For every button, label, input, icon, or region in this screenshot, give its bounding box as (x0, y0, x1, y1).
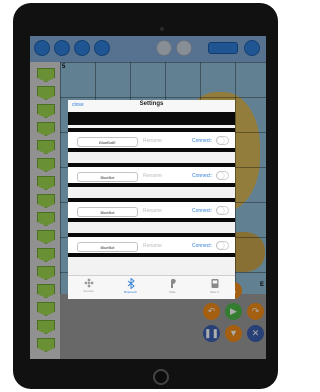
settings-tab-bar: Sounds Bluetooth Mats Mats 2 (68, 275, 235, 299)
tab-mats[interactable]: Mats (152, 276, 193, 299)
connect-label: Connect: (192, 243, 213, 249)
toggle-knob (217, 207, 224, 214)
device-name-field[interactable]: BlueBot (77, 172, 138, 182)
rename-button[interactable]: Rename (143, 173, 162, 179)
app-screen: 5 E ▲ ↶ ▶ ↷ ❚❚ ▼ ✕ close Settings BlueBo… (30, 36, 266, 359)
tab-label: Mats 2 (209, 290, 219, 294)
sounds-icon (84, 278, 93, 288)
mats2-icon (211, 279, 218, 288)
settings-modal: close Settings BlueBotE Rename Connect: … (68, 100, 235, 299)
connect-toggle[interactable] (216, 241, 229, 250)
tab-mats-2[interactable]: Mats 2 (194, 276, 235, 299)
connect-toggle[interactable] (216, 136, 229, 145)
modal-separator (68, 112, 235, 125)
device-row: BlueBotE Rename Connect: (68, 128, 235, 152)
connect-label: Connect: (192, 208, 213, 214)
device-name-field[interactable]: BlueBot (77, 207, 138, 217)
toggle-knob (217, 172, 224, 179)
connect-toggle[interactable] (216, 171, 229, 180)
rename-button[interactable]: Rename (143, 243, 162, 249)
mats-icon (170, 278, 176, 288)
connect-label: Connect: (192, 138, 213, 144)
tab-sounds[interactable]: Sounds (68, 276, 109, 299)
front-camera (160, 27, 164, 31)
home-button[interactable] (153, 369, 169, 385)
device-row: BlueBot Rename Connect: (68, 163, 235, 187)
toggle-knob (217, 137, 224, 144)
tab-label: Sounds (83, 289, 94, 293)
rename-button[interactable]: Rename (143, 138, 162, 144)
bluetooth-icon (127, 278, 135, 289)
modal-title: Settings (139, 101, 164, 107)
toggle-knob (217, 242, 224, 249)
rename-button[interactable]: Rename (143, 208, 162, 214)
device-name-field[interactable]: BlueBotE (77, 137, 138, 147)
device-row: BlueBot Rename Connect: (68, 233, 235, 257)
tab-label: Mats (169, 290, 176, 294)
connect-label: Connect: (192, 173, 213, 179)
device-name-field[interactable]: BlueBot (77, 242, 138, 252)
tab-bluetooth[interactable]: Bluetooth (110, 276, 151, 299)
connect-toggle[interactable] (216, 206, 229, 215)
device-row: BlueBot Rename Connect: (68, 198, 235, 222)
tab-label: Bluetooth (124, 290, 137, 294)
